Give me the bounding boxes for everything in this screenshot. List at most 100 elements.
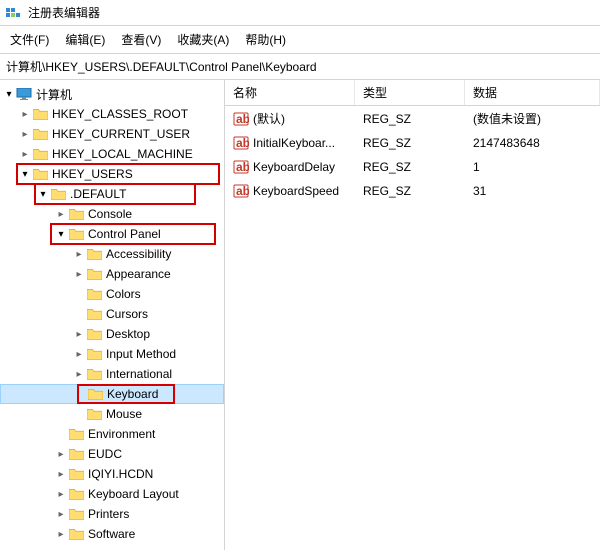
tree-label: Console: [88, 207, 132, 221]
chevron-right-icon[interactable]: ▸: [54, 469, 68, 480]
value-name: (默认): [253, 110, 285, 127]
string-value-icon: [233, 111, 249, 127]
value-data: 31: [465, 181, 600, 201]
col-header-name[interactable]: 名称: [225, 80, 355, 105]
chevron-right-icon[interactable]: ▸: [54, 529, 68, 540]
tree-node-desktop[interactable]: ▸ Desktop: [0, 324, 224, 344]
tree-node-hkcu[interactable]: ▸ HKEY_CURRENT_USER: [0, 124, 224, 144]
tree-node-mouse[interactable]: ▸Mouse: [0, 404, 224, 424]
content-area: ▾ 计算机 ▸ HKEY_CLASSES_ROOT ▸ HKEY_CURRENT…: [0, 80, 600, 550]
tree-label: Mouse: [106, 407, 142, 421]
tree-node-hku[interactable]: ▾ HKEY_USERS: [0, 164, 224, 184]
menu-help[interactable]: 帮助(H): [239, 28, 292, 51]
value-type: REG_SZ: [355, 108, 465, 129]
menu-edit[interactable]: 编辑(E): [59, 28, 111, 51]
window-title: 注册表编辑器: [28, 4, 100, 21]
tree-node-accessibility[interactable]: ▸ Accessibility: [0, 244, 224, 264]
value-data: 1: [465, 157, 600, 177]
chevron-right-icon[interactable]: ▸: [54, 449, 68, 460]
chevron-down-icon[interactable]: ▾: [18, 169, 32, 180]
tree-node-international[interactable]: ▸ International: [0, 364, 224, 384]
list-header[interactable]: 名称 类型 数据: [225, 80, 600, 106]
folder-icon: [86, 267, 102, 281]
chevron-right-icon[interactable]: ▸: [72, 349, 86, 360]
list-row[interactable]: (默认) REG_SZ (数值未设置): [225, 106, 600, 131]
tree-node-inputmethod[interactable]: ▸ Input Method: [0, 344, 224, 364]
tree-label: EUDC: [88, 447, 122, 461]
tree-label: Cursors: [106, 307, 148, 321]
tree-label: Desktop: [106, 327, 150, 341]
value-name: InitialKeyboar...: [253, 136, 335, 150]
chevron-right-icon[interactable]: ▸: [72, 369, 86, 380]
menu-favorites[interactable]: 收藏夹(A): [171, 28, 235, 51]
chevron-right-icon[interactable]: ▸: [72, 269, 86, 280]
tree-node-hkcr[interactable]: ▸ HKEY_CLASSES_ROOT: [0, 104, 224, 124]
tree-node-computer[interactable]: ▾ 计算机: [0, 84, 224, 104]
tree-label: IQIYI.HCDN: [88, 467, 153, 481]
folder-icon: [86, 327, 102, 341]
tree-node-environment[interactable]: ▸Environment: [0, 424, 224, 444]
menu-bar: 文件(F) 编辑(E) 查看(V) 收藏夹(A) 帮助(H): [0, 26, 600, 54]
tree-label: Accessibility: [106, 247, 171, 261]
folder-icon: [86, 247, 102, 261]
computer-icon: [16, 87, 32, 101]
folder-icon: [32, 147, 48, 161]
chevron-right-icon[interactable]: ▸: [18, 129, 32, 140]
tree-node-cursors[interactable]: ▸Cursors: [0, 304, 224, 324]
tree-node-default[interactable]: ▾ .DEFAULT: [0, 184, 224, 204]
chevron-right-icon[interactable]: ▸: [18, 109, 32, 120]
list-row[interactable]: KeyboardDelay REG_SZ 1: [225, 155, 600, 179]
chevron-down-icon[interactable]: ▾: [36, 189, 50, 200]
tree-node-appearance[interactable]: ▸ Appearance: [0, 264, 224, 284]
chevron-right-icon[interactable]: ▸: [18, 149, 32, 160]
folder-icon: [68, 507, 84, 521]
string-value-icon: [233, 183, 249, 199]
chevron-right-icon[interactable]: ▸: [72, 249, 86, 260]
address-bar[interactable]: 计算机\HKEY_USERS\.DEFAULT\Control Panel\Ke…: [0, 54, 600, 80]
string-value-icon: [233, 135, 249, 151]
tree-label: 计算机: [36, 86, 72, 103]
chevron-right-icon[interactable]: ▸: [54, 489, 68, 500]
tree-label: Input Method: [106, 347, 176, 361]
folder-icon: [86, 307, 102, 321]
tree-node-keyboard[interactable]: ▸Keyboard: [0, 384, 224, 404]
title-bar: 注册表编辑器: [0, 0, 600, 26]
folder-icon: [68, 227, 84, 241]
chevron-down-icon[interactable]: ▾: [2, 89, 16, 100]
tree-node-keyboardlayout[interactable]: ▸Keyboard Layout: [0, 484, 224, 504]
chevron-right-icon[interactable]: ▸: [54, 209, 68, 220]
tree-label: .DEFAULT: [70, 187, 126, 201]
menu-view[interactable]: 查看(V): [115, 28, 167, 51]
tree-node-iqiyi[interactable]: ▸ IQIYI.HCDN: [0, 464, 224, 484]
values-pane[interactable]: 名称 类型 数据 (默认) REG_SZ (数值未设置) InitialKeyb…: [225, 80, 600, 550]
tree-node-printers[interactable]: ▸Printers: [0, 504, 224, 524]
tree-label: HKEY_USERS: [52, 167, 133, 181]
folder-icon: [86, 407, 102, 421]
tree-node-hklm[interactable]: ▸ HKEY_LOCAL_MACHINE: [0, 144, 224, 164]
value-name: KeyboardSpeed: [253, 184, 339, 198]
tree-node-controlpanel[interactable]: ▾ Control Panel: [0, 224, 224, 244]
tree-node-colors[interactable]: ▸Colors: [0, 284, 224, 304]
tree-node-console[interactable]: ▸ Console: [0, 204, 224, 224]
tree-pane[interactable]: ▾ 计算机 ▸ HKEY_CLASSES_ROOT ▸ HKEY_CURRENT…: [0, 80, 225, 550]
tree-node-software[interactable]: ▸Software: [0, 524, 224, 544]
tree-node-eudc[interactable]: ▸ EUDC: [0, 444, 224, 464]
menu-file[interactable]: 文件(F): [4, 28, 55, 51]
tree-label: Control Panel: [88, 227, 161, 241]
tree-label: HKEY_CURRENT_USER: [52, 127, 190, 141]
col-header-data[interactable]: 数据: [465, 80, 600, 105]
tree-label: International: [106, 367, 172, 381]
tree-label: Appearance: [106, 267, 171, 281]
string-value-icon: [233, 159, 249, 175]
chevron-down-icon[interactable]: ▾: [54, 229, 68, 240]
folder-icon: [32, 127, 48, 141]
list-row[interactable]: InitialKeyboar... REG_SZ 2147483648: [225, 131, 600, 155]
chevron-right-icon[interactable]: ▸: [54, 509, 68, 520]
folder-icon: [86, 287, 102, 301]
chevron-right-icon[interactable]: ▸: [72, 329, 86, 340]
folder-icon: [68, 487, 84, 501]
folder-icon: [68, 427, 84, 441]
list-row[interactable]: KeyboardSpeed REG_SZ 31: [225, 179, 600, 203]
col-header-type[interactable]: 类型: [355, 80, 465, 105]
folder-icon: [86, 367, 102, 381]
